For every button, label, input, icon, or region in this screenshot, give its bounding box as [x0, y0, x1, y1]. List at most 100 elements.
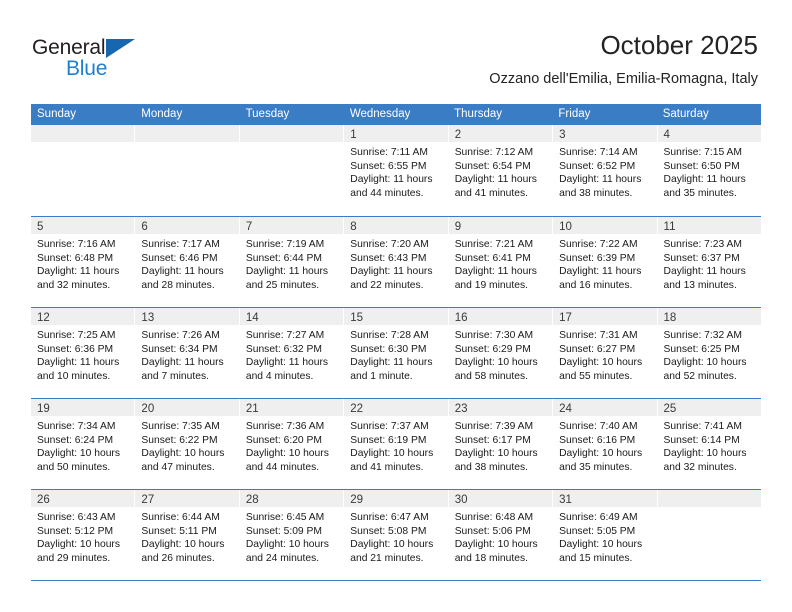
day-detail-line: Sunrise: 7:26 AM [141, 330, 220, 341]
day-number-band [657, 490, 761, 507]
day-number: 3 [559, 129, 566, 141]
day-number-band: 3 [553, 125, 657, 142]
calendar-day-cell[interactable]: 5 Sunrise: 7:16 AM Sunset: 6:48 PM Daylight… [31, 217, 136, 307]
weekday-header-friday: Friday [558, 108, 591, 120]
day-detail-line: Sunset: 5:12 PM [37, 525, 114, 537]
calendar-day-cell[interactable]: 10 Sunrise: 7:22 AM Sunset: 6:39 PM Dayligh… [553, 217, 658, 307]
day-detail-line: Daylight: 11 hours [141, 357, 224, 369]
day-detail-line: Sunrise: 6:43 AM [37, 512, 116, 523]
day-number-band: 22 [344, 399, 448, 416]
day-details: Sunrise: 7:30 AM Sunset: 6:29 PM Daylight:… [449, 325, 552, 383]
calendar-day-cell[interactable]: 6 Sunrise: 7:17 AM Sunset: 6:46 PM Daylight… [135, 217, 240, 307]
calendar-week-row: 19 Sunrise: 7:34 AM Sunset: 6:24 PM Dayligh… [31, 398, 761, 489]
calendar-day-cell[interactable]: 25 Sunrise: 7:41 AM Sunset: 6:14 PM Dayligh… [657, 399, 761, 489]
calendar-day-cell[interactable]: 17 Sunrise: 7:31 AM Sunset: 6:27 PM Dayligh… [553, 308, 658, 398]
calendar-day-cell[interactable]: 9 Sunrise: 7:21 AM Sunset: 6:41 PM Daylight… [448, 217, 554, 307]
day-detail-line: Sunrise: 7:27 AM [245, 330, 325, 341]
general-blue-logo[interactable]: General Blue [32, 36, 172, 84]
day-details: Sunrise: 7:15 AM Sunset: 6:50 PM Daylight:… [658, 142, 761, 200]
day-detail-line: Sunrise: 7:25 AM [37, 330, 116, 341]
calendar-day-cell[interactable]: 19 Sunrise: 7:34 AM Sunset: 6:24 PM Dayligh… [31, 399, 136, 489]
day-details: Sunrise: 7:37 AM Sunset: 6:19 PM Daylight:… [344, 416, 447, 474]
calendar-day-cell[interactable]: 7 Sunrise: 7:19 AM Sunset: 6:44 PM Daylight… [239, 217, 345, 307]
day-details: Sunrise: 6:49 AM Sunset: 5:05 PM Daylight:… [553, 507, 656, 565]
calendar-day-cell[interactable]: 24 Sunrise: 7:40 AM Sunset: 6:16 PM Dayligh… [553, 399, 658, 489]
weekday-header-monday: Monday [141, 108, 183, 120]
day-detail-line: Daylight: 10 hours [559, 448, 643, 460]
calendar-day-cell[interactable]: 13 Sunrise: 7:26 AM Sunset: 6:34 PM Dayligh… [135, 308, 240, 398]
calendar-empty-cell [657, 490, 761, 580]
day-details: Sunrise: 7:12 AM Sunset: 6:54 PM Daylight:… [449, 142, 552, 200]
day-detail-line: Daylight: 11 hours [350, 174, 433, 186]
day-detail-line: Sunrise: 7:20 AM [350, 239, 429, 250]
calendar-day-cell[interactable]: 30 Sunrise: 6:48 AM Sunset: 5:06 PM Dayligh… [448, 490, 554, 580]
calendar-day-cell[interactable]: 28 Sunrise: 6:45 AM Sunset: 5:09 PM Dayligh… [239, 490, 345, 580]
day-number: 25 [663, 403, 677, 415]
day-detail-line: and 1 minute. [350, 370, 413, 382]
calendar-day-cell[interactable]: 27 Sunrise: 6:44 AM Sunset: 5:11 PM Dayligh… [135, 490, 240, 580]
day-details: Sunrise: 7:22 AM Sunset: 6:39 PM Daylight:… [553, 234, 656, 292]
day-details: Sunrise: 7:21 AM Sunset: 6:41 PM Daylight:… [449, 234, 552, 292]
calendar-day-cell[interactable]: 1 Sunrise: 7:11 AM Sunset: 6:55 PM Daylight… [344, 125, 449, 216]
day-detail-line: Sunset: 6:20 PM [245, 434, 322, 446]
day-detail-line: Sunset: 5:11 PM [141, 525, 217, 537]
day-number: 22 [350, 403, 364, 415]
calendar-day-cell[interactable]: 21 Sunrise: 7:36 AM Sunset: 6:20 PM Dayligh… [239, 399, 345, 489]
day-number-band: 14 [239, 308, 344, 325]
day-detail-line: Sunset: 6:29 PM [454, 343, 531, 355]
day-detail-line: Sunset: 6:48 PM [37, 252, 114, 264]
day-detail-line: Daylight: 10 hours [245, 448, 329, 460]
day-details: Sunrise: 7:32 AM Sunset: 6:25 PM Daylight:… [658, 325, 761, 383]
day-detail-line: Daylight: 10 hours [559, 539, 643, 551]
calendar-day-cell[interactable]: 26 Sunrise: 6:43 AM Sunset: 5:12 PM Dayligh… [31, 490, 136, 580]
day-detail-line: Daylight: 10 hours [663, 357, 747, 369]
day-detail-line: Sunset: 6:46 PM [141, 252, 218, 264]
day-detail-line: Daylight: 10 hours [559, 357, 643, 369]
calendar-day-cell[interactable]: 11 Sunrise: 7:23 AM Sunset: 6:37 PM Dayligh… [657, 217, 761, 307]
calendar-day-cell[interactable]: 18 Sunrise: 7:32 AM Sunset: 6:25 PM Dayligh… [657, 308, 761, 398]
day-number-band [135, 125, 239, 142]
day-detail-line: Sunrise: 6:44 AM [141, 512, 220, 523]
calendar-week-row: 26 Sunrise: 6:43 AM Sunset: 5:12 PM Dayligh… [31, 489, 761, 580]
day-detail-line: and 4 minutes. [245, 370, 314, 382]
day-number: 7 [245, 221, 253, 233]
day-detail-line: and 32 minutes. [663, 461, 737, 473]
day-details: Sunrise: 7:35 AM Sunset: 6:22 PM Daylight:… [135, 416, 238, 474]
calendar-day-cell[interactable]: 22 Sunrise: 7:37 AM Sunset: 6:19 PM Dayligh… [344, 399, 449, 489]
day-detail-line: and 25 minutes. [245, 279, 320, 291]
calendar-day-cell[interactable]: 12 Sunrise: 7:25 AM Sunset: 6:36 PM Dayligh… [31, 308, 136, 398]
calendar-empty-cell [31, 125, 136, 216]
day-details: Sunrise: 6:43 AM Sunset: 5:12 PM Daylight:… [31, 507, 134, 565]
day-detail-line: Sunset: 6:17 PM [454, 434, 531, 446]
calendar-day-cell[interactable]: 20 Sunrise: 7:35 AM Sunset: 6:22 PM Dayligh… [135, 399, 240, 489]
day-detail-line: Sunrise: 6:45 AM [245, 512, 325, 523]
day-number-band [31, 125, 135, 142]
day-details: Sunrise: 7:31 AM Sunset: 6:27 PM Daylight:… [553, 325, 656, 383]
calendar-day-cell[interactable]: 2 Sunrise: 7:12 AM Sunset: 6:54 PM Daylight… [448, 125, 554, 216]
day-number-band: 30 [448, 490, 553, 507]
page-subtitle: Ozzano dell'Emilia, Emilia-Romagna, Ital… [489, 71, 758, 87]
day-detail-line: Sunset: 6:25 PM [663, 343, 740, 355]
day-detail-line: Sunset: 6:43 PM [350, 252, 427, 264]
calendar-day-cell[interactable]: 16 Sunrise: 7:30 AM Sunset: 6:29 PM Dayligh… [448, 308, 554, 398]
calendar-day-cell[interactable]: 29 Sunrise: 6:47 AM Sunset: 5:08 PM Dayligh… [344, 490, 449, 580]
day-detail-line: and 35 minutes. [663, 187, 737, 199]
calendar-day-cell[interactable]: 15 Sunrise: 7:28 AM Sunset: 6:30 PM Dayligh… [344, 308, 449, 398]
day-details: Sunrise: 7:26 AM Sunset: 6:34 PM Daylight:… [135, 325, 238, 383]
day-number: 13 [141, 312, 155, 324]
calendar-day-cell[interactable]: 23 Sunrise: 7:39 AM Sunset: 6:17 PM Dayligh… [448, 399, 554, 489]
day-detail-line: and 13 minutes. [663, 279, 737, 291]
calendar-day-cell[interactable]: 4 Sunrise: 7:15 AM Sunset: 6:50 PM Daylight… [657, 125, 761, 216]
calendar-day-cell[interactable]: 8 Sunrise: 7:20 AM Sunset: 6:43 PM Daylight… [344, 217, 449, 307]
calendar-day-cell[interactable]: 14 Sunrise: 7:27 AM Sunset: 6:32 PM Dayligh… [239, 308, 345, 398]
day-detail-line: Daylight: 10 hours [454, 448, 538, 460]
calendar-day-cell[interactable]: 31 Sunrise: 6:49 AM Sunset: 5:05 PM Dayligh… [553, 490, 658, 580]
day-number-band: 12 [31, 308, 135, 325]
calendar-week-row: 1 Sunrise: 7:11 AM Sunset: 6:55 PM Daylight… [31, 125, 761, 216]
calendar-day-cell[interactable]: 3 Sunrise: 7:14 AM Sunset: 6:52 PM Daylight… [553, 125, 658, 216]
day-number-band: 21 [239, 399, 344, 416]
day-detail-line: and 44 minutes. [245, 461, 320, 473]
day-detail-line: Sunrise: 7:22 AM [559, 239, 638, 250]
day-details: Sunrise: 7:11 AM Sunset: 6:55 PM Daylight:… [344, 142, 447, 200]
day-number-band: 2 [448, 125, 553, 142]
